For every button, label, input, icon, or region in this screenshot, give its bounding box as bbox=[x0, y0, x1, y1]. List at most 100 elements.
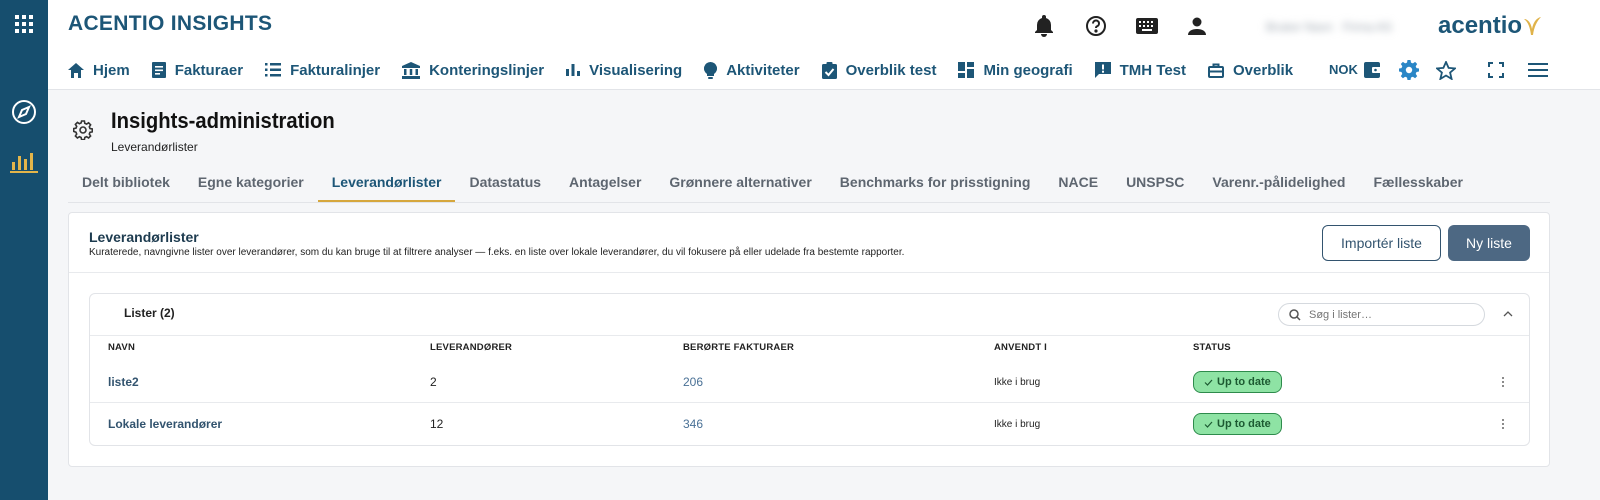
dashboard-icon bbox=[958, 62, 975, 78]
account-person-icon[interactable] bbox=[1183, 12, 1211, 40]
nav-label: TMH Test bbox=[1119, 61, 1187, 79]
nav-label: Konteringslinjer bbox=[429, 61, 545, 79]
table-divider bbox=[90, 335, 1529, 336]
page-subtitle: Leverandørlister bbox=[111, 140, 198, 154]
column-header-used-in[interactable]: ANVENDT I bbox=[994, 342, 1047, 353]
nav-label: Min geografi bbox=[983, 61, 1073, 79]
user-org: Firma AS bbox=[1342, 20, 1393, 34]
notifications-bell-icon[interactable] bbox=[1030, 12, 1058, 40]
row-invoices-link[interactable]: 346 bbox=[683, 417, 703, 431]
page-settings-gear-icon bbox=[72, 120, 94, 145]
row-used-in: Ikke i brug bbox=[994, 377, 1041, 388]
row-suppliers: 2 bbox=[430, 375, 437, 389]
nav-item-tmh-test[interactable]: TMH Test bbox=[1094, 61, 1187, 79]
column-header-name[interactable]: NAVN bbox=[108, 342, 135, 353]
app-title[interactable]: ACENTIO INSIGHTS bbox=[68, 12, 272, 36]
clipboard-check-icon bbox=[821, 61, 837, 79]
table-row[interactable]: liste2 2 206 Ikke i brug Up to date bbox=[90, 362, 1529, 403]
status-text: Up to date bbox=[1217, 418, 1271, 430]
alert-message-icon bbox=[1094, 62, 1111, 78]
hamburger-glyph bbox=[1528, 63, 1548, 77]
tab-delt-bibliotek[interactable]: Delt bibliotek bbox=[68, 166, 184, 202]
nav-item-fakturaer[interactable]: Fakturaer bbox=[151, 61, 244, 79]
check-icon bbox=[1204, 421, 1213, 428]
user-name: Bruker Navn bbox=[1266, 20, 1333, 34]
nav-label: Hjem bbox=[93, 61, 130, 79]
nav-label: Fakturaer bbox=[174, 61, 244, 79]
tab-nace[interactable]: NACE bbox=[1044, 166, 1112, 202]
tab-antagelser[interactable]: Antagelser bbox=[555, 166, 655, 202]
favorite-star-icon[interactable] bbox=[1432, 56, 1460, 84]
row-more-options-icon[interactable] bbox=[1498, 374, 1508, 390]
fullscreen-icon[interactable] bbox=[1482, 56, 1510, 84]
page-title: Insights-administration bbox=[111, 108, 335, 133]
wallet-icon[interactable] bbox=[1359, 56, 1387, 84]
nav-label: Overblik test bbox=[845, 61, 937, 79]
wallet-glyph bbox=[1364, 62, 1382, 78]
row-more-options-icon[interactable] bbox=[1498, 416, 1508, 432]
gear-glyph bbox=[1399, 60, 1419, 80]
nav-label: Visualisering bbox=[589, 61, 683, 79]
nav-item-visualisering[interactable]: Visualisering bbox=[566, 62, 682, 79]
explore-compass-icon[interactable] bbox=[0, 96, 48, 128]
row-name[interactable]: liste2 bbox=[108, 375, 139, 389]
help-question-icon[interactable] bbox=[1082, 12, 1110, 40]
user-info-blurred[interactable]: Bruker Navn Firma AS bbox=[1266, 14, 1426, 40]
search-icon bbox=[1289, 308, 1301, 321]
currency-label[interactable]: NOK bbox=[1329, 62, 1358, 77]
document-icon bbox=[151, 62, 166, 78]
tab-datastatus[interactable]: Datastatus bbox=[455, 166, 555, 202]
main-nav: Hjem Fakturaer Fakturalinjer Konteringsl… bbox=[68, 56, 1293, 84]
column-header-invoices[interactable]: BERØRTE FAKTURAER bbox=[683, 342, 794, 353]
logo-text: acentio bbox=[1438, 12, 1523, 39]
tab-leverandorlister[interactable]: Leverandørlister bbox=[317, 166, 456, 202]
row-suppliers: 12 bbox=[430, 417, 444, 431]
insights-bar-chart-icon[interactable] bbox=[0, 146, 48, 178]
nav-item-konteringslinjer[interactable]: Konteringslinjer bbox=[402, 61, 545, 79]
tab-gronnere-alternativer[interactable]: Grønnere alternativer bbox=[655, 166, 825, 202]
settings-gear-icon[interactable] bbox=[1395, 56, 1423, 84]
new-list-button[interactable]: Ny liste bbox=[1448, 225, 1530, 261]
briefcase-icon bbox=[1208, 63, 1225, 78]
lightbulb-icon bbox=[704, 61, 718, 79]
nav-item-aktiviteter[interactable]: Aktiviteter bbox=[704, 61, 800, 79]
status-text: Up to date bbox=[1217, 376, 1271, 388]
tab-egne-kategorier[interactable]: Egne kategorier bbox=[184, 166, 318, 202]
check-icon bbox=[1204, 379, 1213, 386]
top-header: ACENTIO INSIGHTS Bruker Navn Firma AS ac… bbox=[48, 0, 1600, 90]
row-invoices-link[interactable]: 206 bbox=[683, 375, 703, 389]
tab-varenr-palidelighed[interactable]: Varenr.-pålidelighed bbox=[1198, 166, 1359, 202]
tab-benchmarks[interactable]: Benchmarks for prisstigning bbox=[826, 166, 1045, 202]
star-glyph bbox=[1436, 60, 1456, 80]
nav-item-overblik[interactable]: Overblik bbox=[1208, 62, 1293, 79]
nav-label: Fakturalinjer bbox=[290, 61, 381, 79]
table-row[interactable]: Lokale leverandører 12 346 Ikke i brug U… bbox=[90, 404, 1529, 445]
search-input[interactable] bbox=[1309, 308, 1469, 321]
nav-item-fakturalinjer[interactable]: Fakturalinjer bbox=[265, 62, 380, 79]
column-header-suppliers[interactable]: LEVERANDØRER bbox=[430, 342, 512, 353]
nav-item-hjem[interactable]: Hjem bbox=[68, 62, 130, 79]
collapse-chevron-up-icon[interactable] bbox=[1500, 306, 1516, 322]
import-list-button[interactable]: Importér liste bbox=[1322, 225, 1441, 261]
left-rail bbox=[0, 0, 48, 500]
column-header-status[interactable]: STATUS bbox=[1193, 342, 1231, 353]
row-name[interactable]: Lokale leverandører bbox=[108, 417, 222, 431]
app-grid-icon[interactable] bbox=[0, 8, 48, 40]
lists-title: Lister (2) bbox=[124, 306, 175, 320]
nav-item-min-geografi[interactable]: Min geografi bbox=[958, 61, 1073, 79]
status-badge: Up to date bbox=[1193, 371, 1282, 393]
card-header: Leverandørlister Kuraterede, navngivne l… bbox=[69, 213, 1549, 273]
keyboard-icon[interactable] bbox=[1133, 12, 1161, 40]
logo-swirl-icon bbox=[1524, 17, 1542, 35]
tab-unspsc[interactable]: UNSPSC bbox=[1112, 166, 1198, 202]
status-badge: Up to date bbox=[1193, 413, 1282, 435]
row-used-in: Ikke i brug bbox=[994, 419, 1041, 430]
lists-search[interactable] bbox=[1278, 303, 1485, 326]
tab-faellesskaber[interactable]: Fællesskaber bbox=[1359, 166, 1477, 202]
nav-label: Overblik bbox=[1233, 61, 1294, 79]
menu-hamburger-icon[interactable] bbox=[1524, 56, 1552, 84]
nav-item-overblik-test[interactable]: Overblik test bbox=[821, 61, 937, 79]
supplier-lists-card: Leverandørlister Kuraterede, navngivne l… bbox=[68, 212, 1550, 467]
fullscreen-glyph bbox=[1488, 62, 1504, 78]
admin-tabs: Delt bibliotek Egne kategorier Leverandø… bbox=[68, 166, 1550, 203]
